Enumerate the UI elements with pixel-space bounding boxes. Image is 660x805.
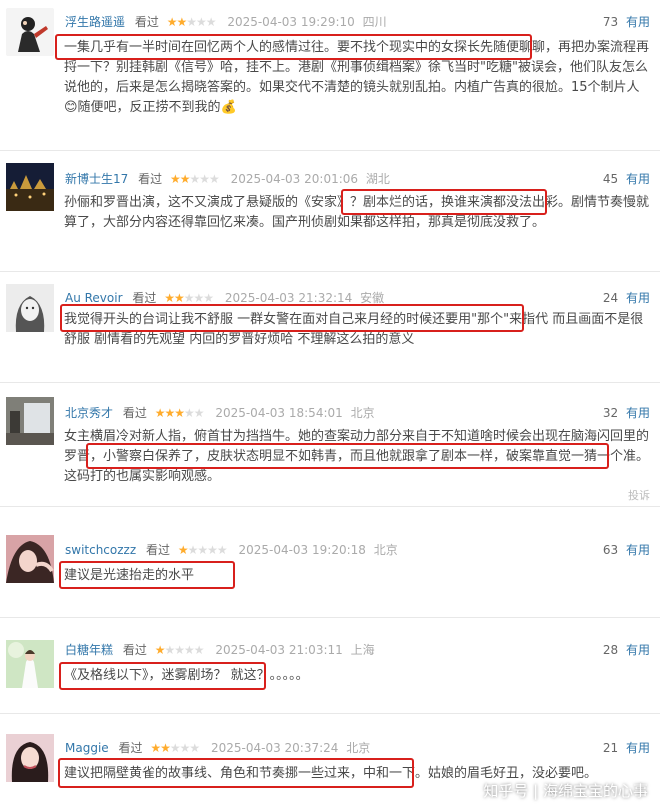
vote-count: 73: [602, 15, 619, 29]
comment-item: 浮生路遥遥 看过 ★★★★★ 2025-04-03 19:29:10 四川 73…: [0, 0, 660, 150]
rating-stars: ★★★★★: [154, 406, 205, 420]
watched-status: 看过: [138, 172, 163, 186]
watched-status: 看过: [145, 543, 170, 557]
comment-item: 新博士生17 看过 ★★★★★ 2025-04-03 20:01:06 湖北 4…: [0, 151, 660, 271]
watched-status: 看过: [132, 291, 157, 305]
comment-location: 四川: [362, 15, 387, 29]
comment-item: switchcozzz 看过 ★★★★★ 2025-04-03 19:20:18…: [0, 507, 660, 617]
highlight-box: [58, 758, 414, 788]
comment-location: 湖北: [365, 172, 390, 186]
username[interactable]: switchcozzz: [65, 543, 136, 557]
highlight-box: [341, 189, 547, 215]
useful-button[interactable]: 有用: [626, 741, 650, 755]
watched-status: 看过: [134, 15, 159, 29]
watched-status: 看过: [122, 406, 147, 420]
avatar[interactable]: [6, 640, 54, 688]
watched-status: 看过: [122, 643, 147, 657]
avatar[interactable]: [6, 734, 54, 782]
username[interactable]: 白糖年糕: [65, 643, 113, 657]
rating-stars: ★★★★★: [169, 172, 220, 186]
useful-button[interactable]: 有用: [626, 172, 650, 186]
useful-button[interactable]: 有用: [626, 543, 650, 557]
vote-count: 28: [602, 643, 619, 657]
watched-status: 看过: [118, 741, 143, 755]
highlight-box: [55, 34, 532, 60]
vote-count: 24: [602, 291, 619, 305]
watermark: 知乎号 | 海绵宝宝的心事: [483, 782, 648, 800]
avatar[interactable]: [6, 8, 54, 56]
comment-item: 白糖年糕 看过 ★★★★★ 2025-04-03 21:03:11 上海 28 …: [0, 618, 660, 713]
highlight-box: [86, 443, 609, 469]
comment-time: 2025-04-03 19:29:10: [227, 15, 355, 29]
rating-stars: ★★★★★: [177, 543, 228, 557]
username[interactable]: 北京秀才: [65, 406, 113, 420]
username[interactable]: 新博士生17: [65, 172, 128, 186]
useful-button[interactable]: 有用: [626, 15, 650, 29]
avatar[interactable]: [6, 397, 54, 445]
username[interactable]: Au Revoir: [65, 291, 123, 305]
rating-stars: ★★★★★: [150, 741, 200, 755]
vote-count: 63: [602, 543, 619, 557]
username[interactable]: Maggie: [65, 741, 109, 755]
comment-item: 北京秀才 看过 ★★★★★ 2025-04-03 18:54:01 北京 32 …: [0, 383, 660, 506]
comment-item: Au Revoir 看过 ★★★★★ 2025-04-03 21:32:14 安…: [0, 272, 660, 382]
useful-button[interactable]: 有用: [626, 291, 650, 305]
username[interactable]: 浮生路遥遥: [65, 15, 125, 29]
highlight-box: [59, 662, 266, 690]
comment-time: 2025-04-03 21:32:14: [224, 291, 353, 305]
vote-count: 32: [602, 406, 619, 420]
comment-location: 上海: [350, 643, 375, 657]
comment-time: 2025-04-03 18:54:01: [215, 406, 343, 420]
comment-time: 2025-04-03 20:37:24: [210, 741, 339, 755]
highlight-box: [59, 561, 235, 589]
useful-button[interactable]: 有用: [626, 406, 650, 420]
rating-stars: ★★★★★: [154, 643, 205, 657]
avatar[interactable]: [6, 284, 54, 332]
comment-location: 北京: [350, 406, 375, 420]
rating-stars: ★★★★★: [166, 15, 217, 29]
comment-time: 2025-04-03 21:03:11: [215, 643, 343, 657]
comment-time: 2025-04-03 20:01:06: [230, 172, 359, 186]
avatar[interactable]: [6, 535, 54, 583]
comment-location: 北京: [373, 543, 398, 557]
vote-count: 45: [602, 172, 619, 186]
highlight-box: [60, 304, 524, 332]
report-link[interactable]: 投诉: [628, 487, 650, 503]
useful-button[interactable]: 有用: [626, 643, 650, 657]
comment-location: 北京: [346, 741, 371, 755]
comment-location: 安徽: [360, 291, 385, 305]
comment-time: 2025-04-03 19:20:18: [238, 543, 366, 557]
avatar[interactable]: [6, 163, 54, 211]
vote-count: 21: [602, 741, 619, 755]
